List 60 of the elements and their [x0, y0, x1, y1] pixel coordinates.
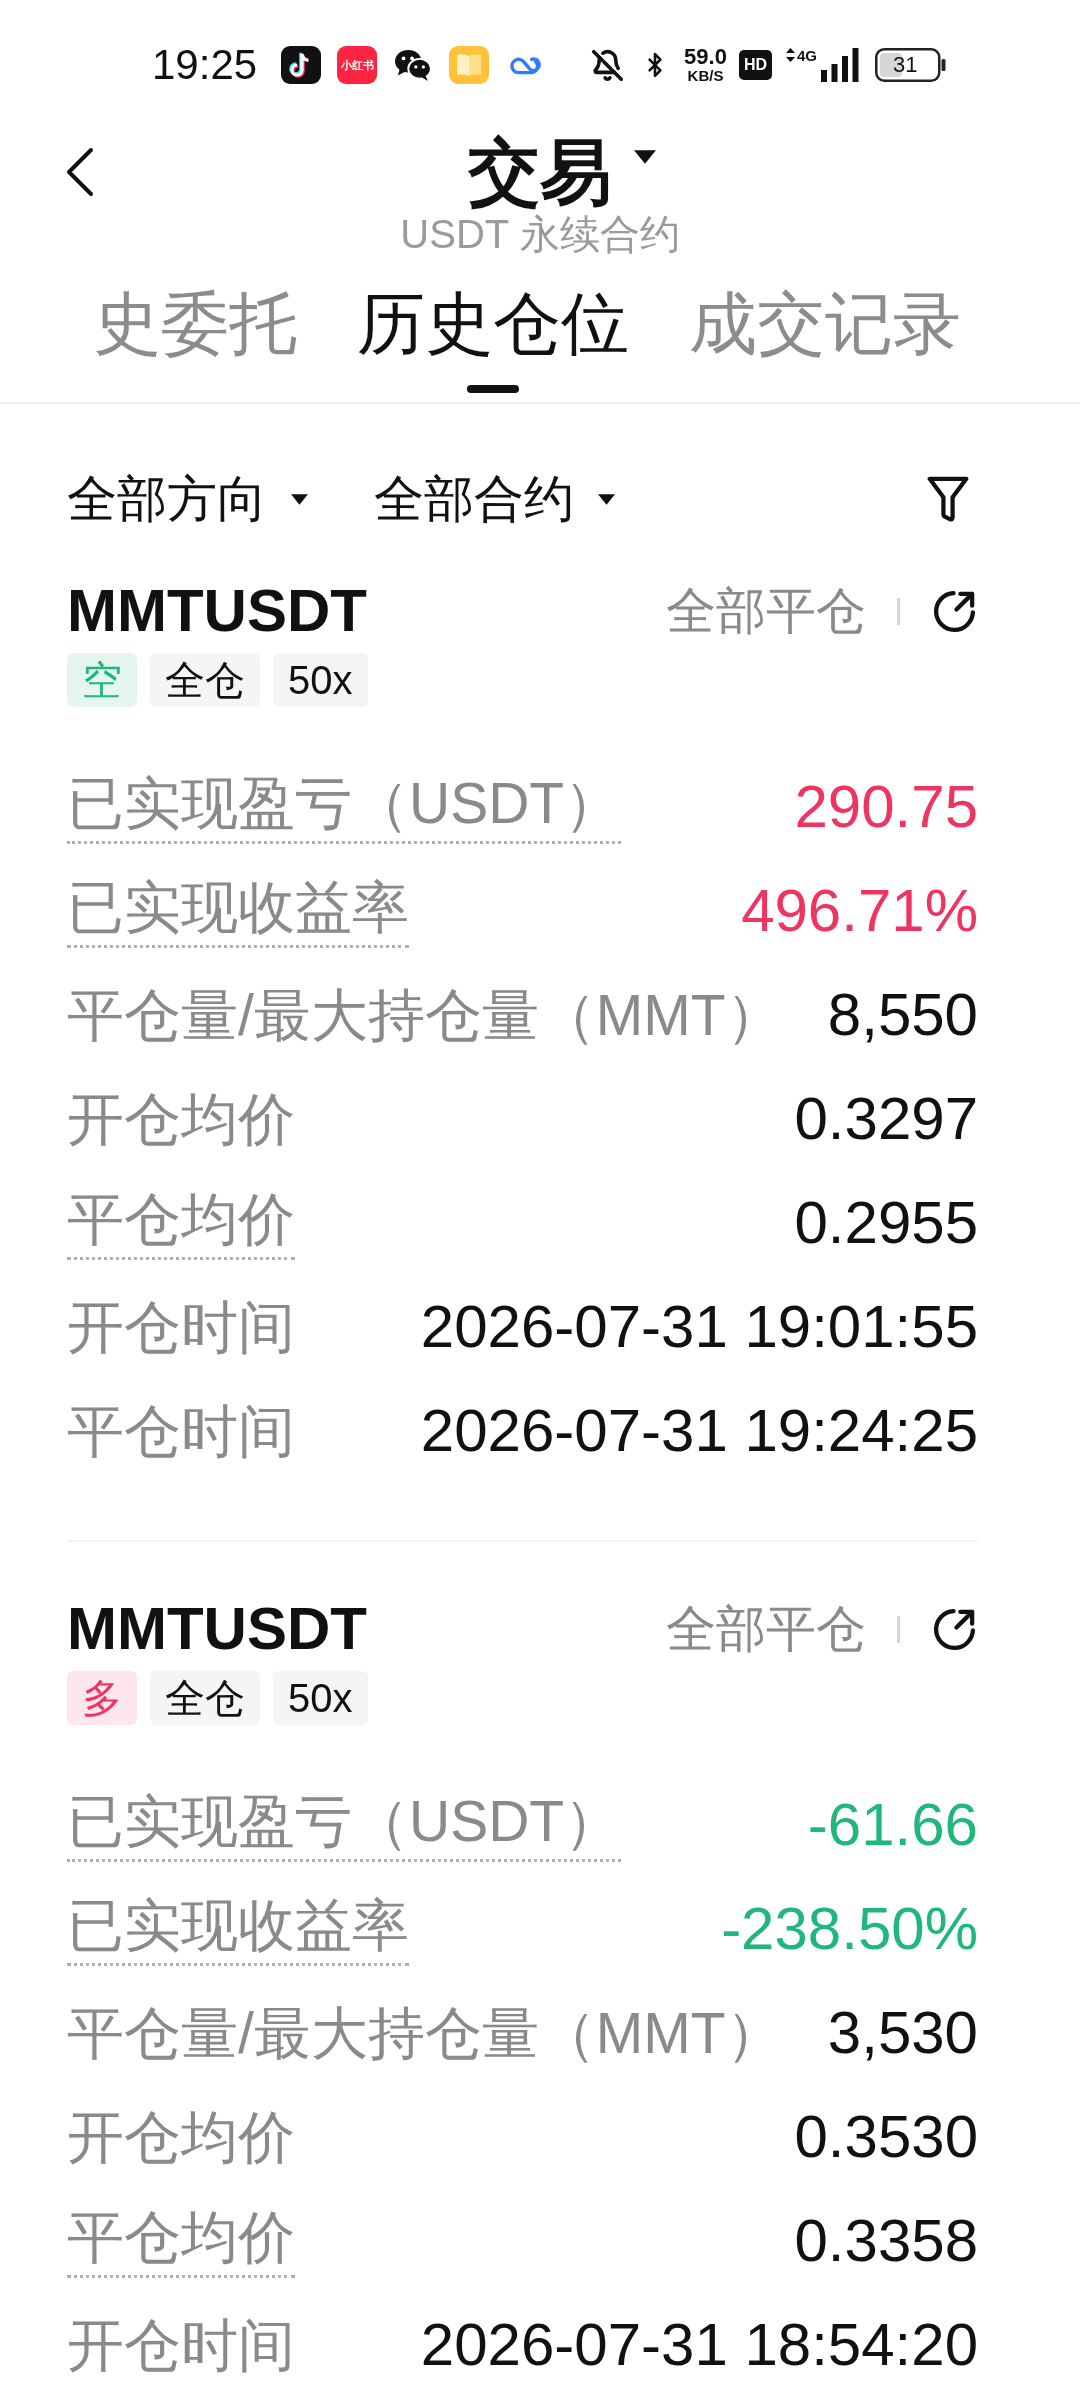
field-value: 0.2955: [794, 1190, 978, 1256]
position-tag: 全仓: [150, 1671, 260, 1725]
filter-dropdown[interactable]: 全部合约: [374, 469, 615, 529]
speed-unit: KB/S: [687, 68, 724, 84]
position-tag: 50x: [273, 653, 368, 707]
field-label: 平仓量/最大持仓量（MMT）: [67, 982, 783, 1048]
position-tag: 50x: [273, 1671, 368, 1725]
field-value: 2026-07-31 18:54:20: [420, 2312, 978, 2378]
field-label: 已实现盈亏（USDT）: [67, 770, 622, 844]
field-label: 平仓均价: [67, 2204, 295, 2278]
app-logo: 小红书: [337, 46, 378, 84]
field-label: 开仓时间: [67, 1294, 295, 1360]
field-label: 平仓时间: [67, 1398, 295, 1464]
direction-tag: 空: [67, 653, 137, 707]
field-value: 2026-07-31 19:01:55: [420, 1294, 978, 1360]
filter-button[interactable]: [926, 474, 970, 524]
page-subtitle: USDT 永续合约: [400, 212, 680, 256]
field-label: 已实现盈亏（USDT）: [67, 1788, 622, 1862]
field-label: 已实现收益率: [67, 1892, 409, 1966]
field-value: -238.50%: [721, 1896, 978, 1962]
field-value: 496.71%: [741, 878, 978, 944]
music-note-app-icon: [281, 46, 322, 84]
contract-symbol: MMTUSDT: [67, 577, 367, 645]
field-value: 0.3530: [794, 2104, 978, 2170]
data-arrows-icon: [785, 48, 795, 62]
network-type: 4G: [796, 48, 817, 63]
signal-bars-icon: [820, 48, 859, 82]
field-value: 290.75: [794, 774, 978, 840]
chat-bubbles-icon: [394, 48, 433, 82]
field-value: 0.3358: [794, 2208, 978, 2274]
field-label: 平仓量/最大持仓量（MMT）: [67, 2000, 783, 2066]
field-label: 已实现收益率: [67, 874, 409, 948]
contract-symbol: MMTUSDT: [67, 1595, 367, 1663]
filter-dropdown[interactable]: 全部方向: [67, 469, 308, 529]
filter-icon: [926, 474, 970, 524]
caret-down-icon: [598, 493, 615, 505]
bell-off-icon: [591, 48, 625, 82]
field-value: 3,530: [827, 2000, 978, 2066]
position-tag: 全仓: [150, 653, 260, 707]
hd-badge: HD: [738, 50, 772, 80]
battery-icon: [874, 48, 947, 82]
field-label: 平仓均价: [67, 1186, 295, 1260]
battery-level-text: 31: [892, 53, 918, 77]
chevron-left-icon: [66, 147, 94, 197]
field-value: 2026-07-31 19:24:25: [420, 1398, 978, 1464]
network-speed: 59.0: [684, 46, 727, 68]
status-time: 19:25: [152, 40, 258, 90]
field-value: 8,550: [827, 982, 978, 1048]
field-value: 0.3297: [794, 1086, 978, 1152]
direction-tag: 多: [67, 1671, 137, 1725]
title-dropdown[interactable]: 交易: [468, 132, 612, 212]
field-label: 开仓均价: [67, 1086, 295, 1152]
field-label: 开仓均价: [67, 2104, 295, 2170]
field-label: 开仓时间: [67, 2312, 295, 2378]
book-app-icon: [449, 46, 490, 84]
selected-tab-indicator: [467, 385, 519, 393]
tab[interactable]: 历史仓位: [357, 285, 629, 393]
caret-down-icon: [634, 150, 656, 164]
field-value: -61.66: [807, 1792, 978, 1858]
caret-down-icon: [291, 493, 308, 505]
